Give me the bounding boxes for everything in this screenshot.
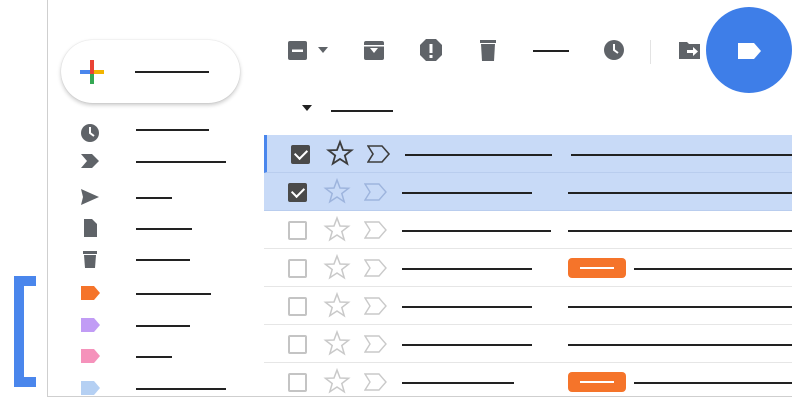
sidebar-item-label-purple[interactable] <box>80 315 260 345</box>
sidebar-item-label-pink[interactable] <box>80 346 260 376</box>
trash-icon[interactable] <box>478 36 498 64</box>
list-item[interactable] <box>264 173 792 211</box>
important-marker-icon[interactable] <box>364 335 388 353</box>
list-item[interactable] <box>264 211 792 249</box>
row-checkbox[interactable] <box>288 297 307 316</box>
label-important-icon <box>81 154 99 168</box>
star-icon[interactable] <box>323 291 351 319</box>
label-icon[interactable] <box>737 42 763 60</box>
important-marker-icon[interactable] <box>364 183 388 201</box>
important-marker-icon[interactable] <box>367 145 391 163</box>
star-icon[interactable] <box>323 329 351 357</box>
compose-label-placeholder <box>135 71 209 73</box>
list-item[interactable] <box>264 363 792 397</box>
multicolor-plus-icon <box>80 60 104 84</box>
label-badge[interactable] <box>568 258 626 278</box>
row-checkbox[interactable] <box>288 259 307 278</box>
archive-icon[interactable] <box>363 36 385 64</box>
trash-icon <box>83 251 97 268</box>
row-checkbox[interactable] <box>288 373 307 392</box>
label-orange-icon <box>81 286 100 300</box>
star-icon[interactable] <box>323 253 351 281</box>
important-marker-icon[interactable] <box>364 259 388 277</box>
list-item[interactable] <box>264 325 792 363</box>
sidebar-item-important[interactable] <box>80 151 260 181</box>
move-to-icon[interactable] <box>678 36 704 64</box>
label-pink-icon <box>81 349 100 363</box>
message-list <box>264 135 792 397</box>
list-item[interactable] <box>264 135 792 173</box>
sidebar-item-trash[interactable] <box>80 249 260 279</box>
toolbar-divider-line <box>533 50 569 52</box>
row-checkbox[interactable] <box>291 145 310 164</box>
sidebar-item-label-lightblue[interactable] <box>80 378 260 397</box>
list-item[interactable] <box>264 287 792 325</box>
selection-bracket <box>14 276 36 387</box>
sidebar-item-snoozed[interactable] <box>80 121 260 151</box>
sort-caret-icon[interactable] <box>302 105 312 111</box>
row-checkbox[interactable] <box>288 221 307 240</box>
snooze-clock-icon[interactable] <box>602 36 626 64</box>
send-icon <box>81 189 99 205</box>
label-lightblue-icon <box>81 381 100 395</box>
sidebar-item-sent[interactable] <box>80 187 260 217</box>
sort-label-placeholder <box>331 110 393 112</box>
sidebar-item-drafts[interactable] <box>80 218 260 248</box>
label-purple-icon <box>81 318 100 332</box>
report-spam-icon[interactable] <box>419 36 443 64</box>
star-icon[interactable] <box>323 177 351 205</box>
star-icon[interactable] <box>323 367 351 395</box>
row-checkbox[interactable] <box>288 183 307 202</box>
select-checkbox-icon[interactable] <box>287 36 309 64</box>
star-icon[interactable] <box>323 215 351 243</box>
sidebar-item-label-orange[interactable] <box>80 283 260 313</box>
row-checkbox[interactable] <box>288 335 307 354</box>
clock-icon <box>81 124 99 142</box>
toolbar-separator <box>650 40 651 64</box>
star-icon[interactable] <box>326 139 354 167</box>
list-item[interactable] <box>264 249 792 287</box>
important-marker-icon[interactable] <box>364 373 388 391</box>
chevron-down-icon[interactable] <box>317 36 329 64</box>
important-marker-icon[interactable] <box>364 297 388 315</box>
important-marker-icon[interactable] <box>364 221 388 239</box>
document-icon <box>84 219 97 237</box>
label-badge[interactable] <box>568 372 626 392</box>
mail-app-window <box>0 0 792 397</box>
